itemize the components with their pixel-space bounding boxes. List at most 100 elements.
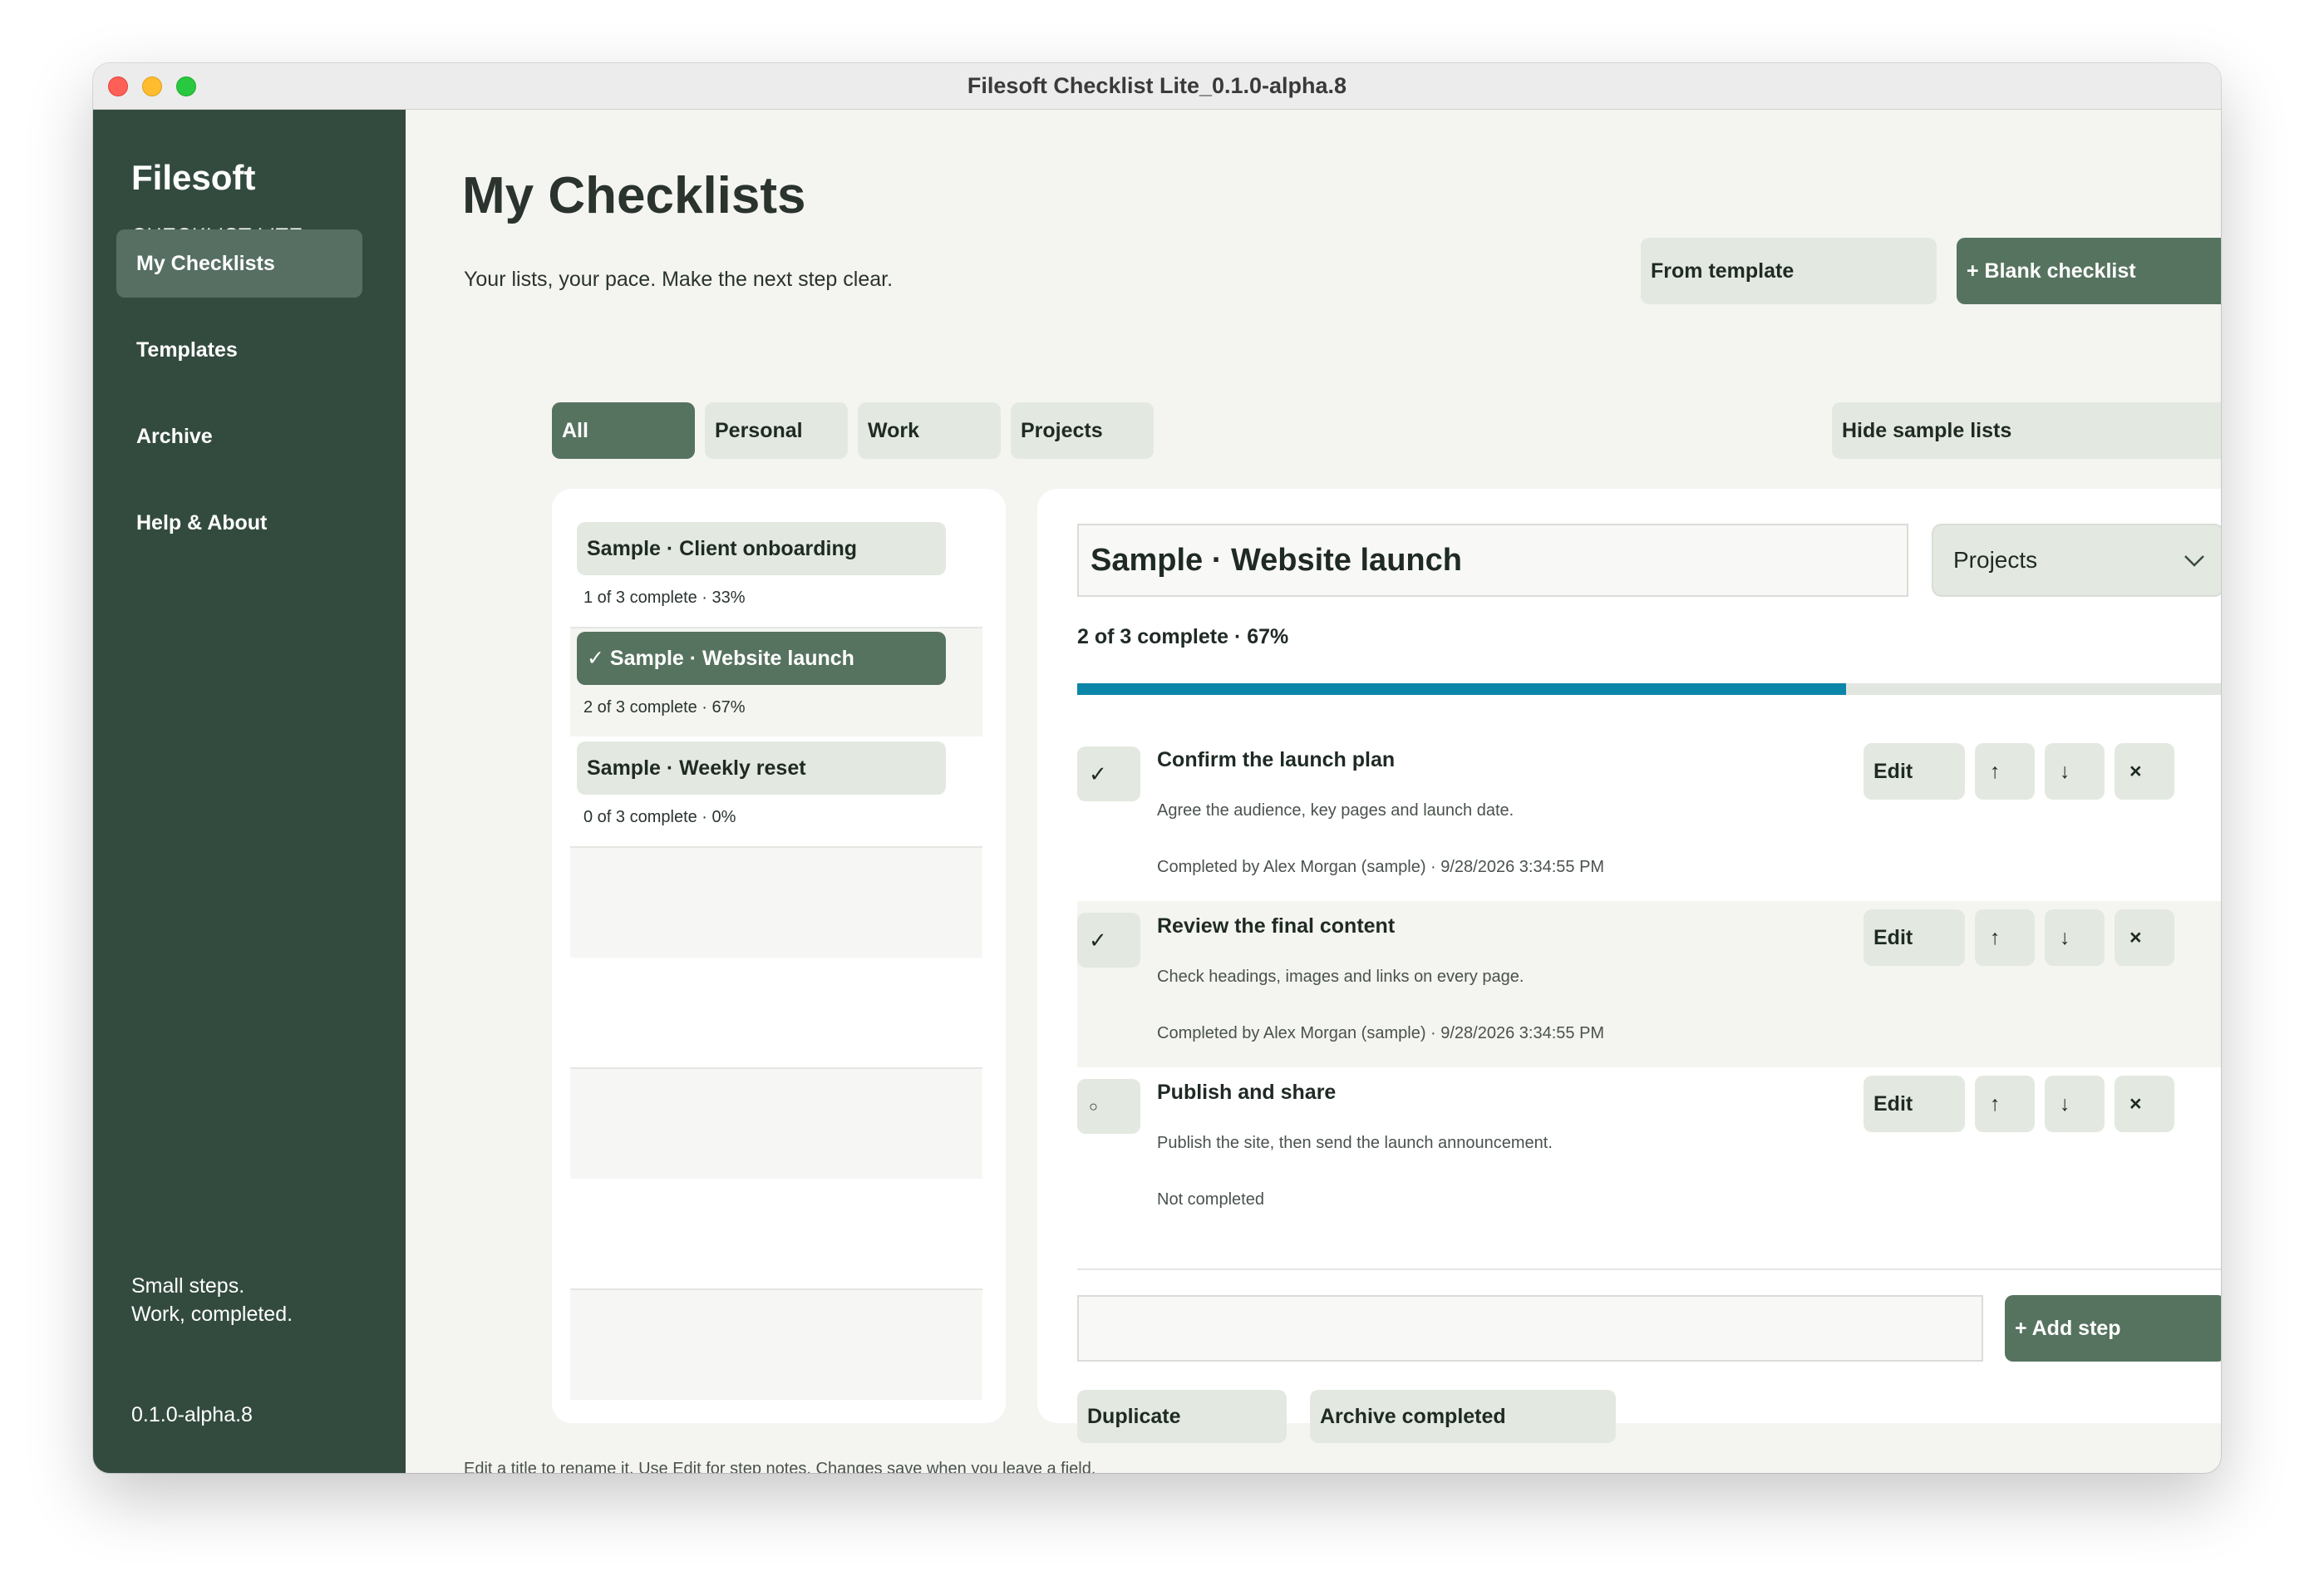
tagline-line-1: Small steps.	[131, 1274, 245, 1298]
arrow-down-icon: ↓	[2060, 759, 2070, 783]
from-template-label: From template	[1651, 259, 1795, 283]
add-step-button[interactable]: + Add step	[2005, 1295, 2221, 1362]
move-step-down-button[interactable]: ↓	[2045, 1076, 2105, 1132]
step-row: ○ Publish and share Publish the site, th…	[1077, 1067, 2221, 1234]
checkmark-icon: ✓	[1089, 927, 1107, 953]
main-content: My Checklists Your lists, your pace. Mak…	[406, 110, 2221, 1473]
new-step-input[interactable]	[1077, 1295, 1983, 1362]
step-row: ✓ Confirm the launch plan Agree the audi…	[1077, 735, 2221, 901]
checklist-title: Sample · Client onboarding	[587, 536, 858, 560]
checklist-progress-meta: 0 of 3 complete · 0%	[583, 808, 736, 826]
progress-bar-fill	[1077, 683, 1846, 695]
add-step-label: + Add step	[2015, 1316, 2121, 1340]
list-item-selected[interactable]: ✓ Sample · Website launch 2 of 3 complet…	[570, 628, 982, 736]
sidebar-item-label: Templates	[136, 337, 238, 362]
delete-step-button[interactable]: ×	[2115, 743, 2174, 800]
checklist-title: ✓ Sample · Website launch	[587, 647, 854, 670]
sidebar: Filesoft CHECKLIST LITE My Checklists Te…	[93, 110, 406, 1473]
move-step-down-button[interactable]: ↓	[2045, 909, 2105, 966]
tab-label: Work	[868, 418, 920, 442]
tab-personal[interactable]: Personal	[705, 402, 848, 459]
arrow-up-icon: ↑	[1990, 925, 2001, 949]
delete-step-button[interactable]: ×	[2115, 909, 2174, 966]
progress-bar	[1077, 683, 2221, 695]
sidebar-item-templates[interactable]: Templates	[116, 316, 362, 384]
close-icon: ×	[2129, 925, 2142, 949]
brand-name: Filesoft	[131, 158, 256, 197]
empty-list-slot	[570, 848, 982, 958]
checklist-detail-panel: Sample · Website launch Projects 2 of 3 …	[1037, 489, 2221, 1443]
sidebar-item-help-about[interactable]: Help & About	[116, 489, 362, 557]
window-title: Filesoft Checklist Lite_0.1.0-alpha.8	[967, 73, 1347, 98]
step-complete-toggle[interactable]: ✓	[1077, 913, 1140, 968]
empty-list-slot	[570, 1069, 982, 1179]
edit-step-label: Edit	[1873, 759, 1913, 783]
checklist-progress-meta: 1 of 3 complete · 33%	[583, 589, 746, 607]
tab-projects[interactable]: Projects	[1011, 402, 1154, 459]
hide-sample-lists-label: Hide sample lists	[1842, 418, 2012, 442]
step-divider	[1077, 1268, 2221, 1270]
arrow-up-icon: ↑	[1990, 1091, 2001, 1116]
arrow-down-icon: ↓	[2060, 1091, 2070, 1116]
tab-all[interactable]: All	[552, 402, 695, 459]
archive-completed-button[interactable]: Archive completed	[1310, 1390, 1616, 1443]
page-title: My Checklists	[462, 167, 806, 224]
blank-checklist-label: + Blank checklist	[1967, 259, 2136, 283]
step-complete-toggle[interactable]: ○	[1077, 1079, 1140, 1134]
move-step-up-button[interactable]: ↑	[1975, 909, 2035, 966]
edit-step-label: Edit	[1873, 1091, 1913, 1116]
chevron-down-icon	[2184, 555, 2204, 567]
sidebar-item-label: Archive	[136, 424, 213, 448]
page-subtitle: Your lists, your pace. Make the next ste…	[464, 268, 894, 291]
checklist-title: Sample · Weekly reset	[587, 756, 806, 780]
tab-label: Projects	[1021, 418, 1103, 442]
move-step-up-button[interactable]: ↑	[1975, 1076, 2035, 1132]
step-status: Completed by Alex Morgan (sample) · 9/28…	[1157, 858, 1605, 876]
title-bar: Filesoft Checklist Lite_0.1.0-alpha.8	[93, 63, 2221, 110]
close-window-button[interactable]	[108, 76, 128, 96]
step-title: Confirm the launch plan	[1157, 748, 1396, 771]
sidebar-tagline: Small steps. Work, completed.	[131, 1272, 293, 1328]
empty-list-slot	[570, 1290, 982, 1400]
list-item[interactable]: Sample · Client onboarding 1 of 3 comple…	[570, 522, 982, 622]
checklist-title-input[interactable]: Sample · Website launch	[1077, 524, 1908, 597]
blank-checklist-button[interactable]: + Blank checklist	[1957, 238, 2221, 304]
tagline-line-2: Work, completed.	[131, 1303, 293, 1326]
checklist-title-chip[interactable]: Sample · Client onboarding	[577, 522, 946, 575]
edit-step-label: Edit	[1873, 925, 1913, 949]
hide-sample-lists-button[interactable]: Hide sample lists	[1832, 402, 2221, 459]
checkmark-icon: ✓	[1089, 761, 1107, 786]
sidebar-item-label: Help & About	[136, 510, 268, 534]
sidebar-item-my-checklists[interactable]: My Checklists	[116, 229, 362, 298]
arrow-up-icon: ↑	[1990, 759, 2001, 783]
checklist-title-chip[interactable]: ✓ Sample · Website launch	[577, 632, 946, 685]
checklist-title-value: Sample · Website launch	[1091, 542, 1462, 578]
version-label: 0.1.0-alpha.8	[131, 1403, 253, 1426]
step-description: Publish the site, then send the launch a…	[1157, 1134, 1553, 1152]
zoom-window-button[interactable]	[176, 76, 196, 96]
edit-step-button[interactable]: Edit	[1864, 1076, 1965, 1132]
minimize-window-button[interactable]	[142, 76, 162, 96]
checklist-title-chip[interactable]: Sample · Weekly reset	[577, 741, 946, 795]
checklist-progress-meta: 2 of 3 complete · 67%	[583, 698, 746, 717]
list-item[interactable]: Sample · Weekly reset 0 of 3 complete · …	[570, 741, 982, 846]
duplicate-button[interactable]: Duplicate	[1077, 1390, 1287, 1443]
move-step-down-button[interactable]: ↓	[2045, 743, 2105, 800]
step-description: Agree the audience, key pages and launch…	[1157, 801, 1514, 820]
tab-label: All	[562, 418, 588, 442]
edit-step-button[interactable]: Edit	[1864, 743, 1965, 800]
close-icon: ×	[2129, 759, 2142, 783]
category-select[interactable]: Projects	[1932, 524, 2221, 597]
step-complete-toggle[interactable]: ✓	[1077, 746, 1140, 801]
tab-work[interactable]: Work	[858, 402, 1001, 459]
archive-completed-label: Archive completed	[1320, 1404, 1506, 1428]
edit-step-button[interactable]: Edit	[1864, 909, 1965, 966]
sidebar-item-label: My Checklists	[136, 251, 275, 275]
delete-step-button[interactable]: ×	[2115, 1076, 2174, 1132]
sidebar-item-archive[interactable]: Archive	[116, 402, 362, 470]
step-status: Completed by Alex Morgan (sample) · 9/28…	[1157, 1024, 1605, 1042]
from-template-button[interactable]: From template	[1641, 238, 1937, 304]
checklist-list-panel: Sample · Client onboarding 1 of 3 comple…	[552, 489, 1006, 1423]
move-step-up-button[interactable]: ↑	[1975, 743, 2035, 800]
window-controls	[108, 76, 196, 96]
